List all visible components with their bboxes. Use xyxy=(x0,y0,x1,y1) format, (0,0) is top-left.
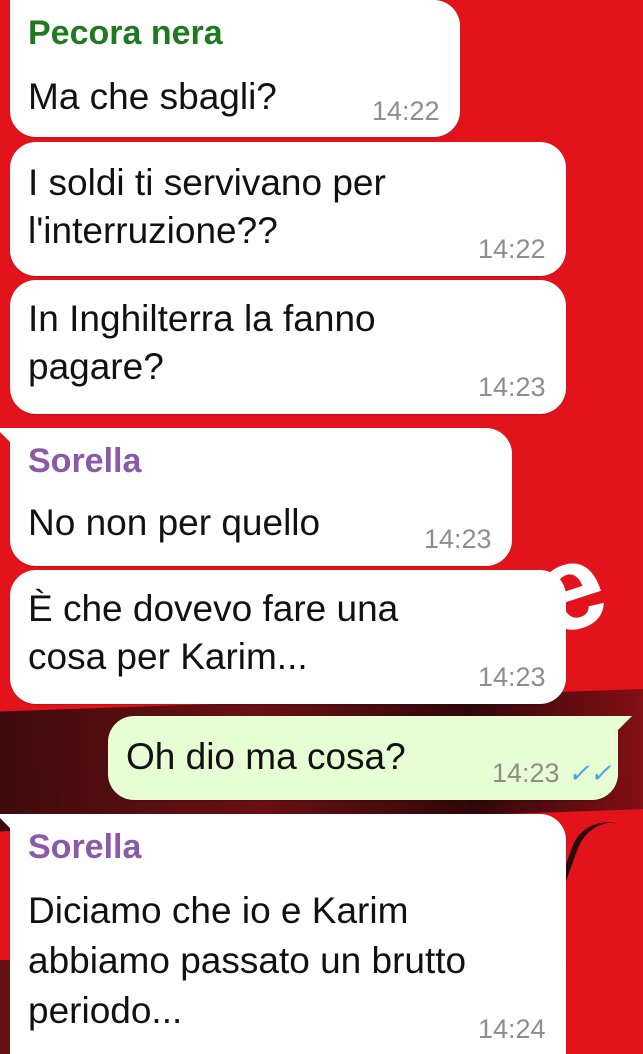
bubble-tail xyxy=(0,428,18,450)
message-timestamp: 14:23 xyxy=(424,524,492,554)
message-bubble[interactable]: Sorella Diciamo che io e Karim abbiamo p… xyxy=(0,814,566,1054)
message-timestamp: 14:22 xyxy=(478,234,546,264)
message-bubble-outgoing[interactable]: Oh dio ma cosa? 14:23 ✓✓ xyxy=(108,716,632,800)
message-text-line: In Inghilterra la fanno xyxy=(28,298,376,339)
message-bubble[interactable]: Pecora nera Ma che sbagli? 14:22 xyxy=(10,0,460,137)
message-bubble[interactable]: È che dovevo fare una cosa per Karim... … xyxy=(10,570,566,704)
message-timestamp: 14:23 xyxy=(478,372,546,402)
sender-name: Sorella xyxy=(28,442,142,480)
sender-name: Pecora nera xyxy=(28,14,223,52)
message-timestamp: 14:23 xyxy=(492,758,560,788)
message-bubble[interactable]: Sorella No non per quello 14:23 xyxy=(0,428,512,566)
message-text: Oh dio ma cosa? xyxy=(126,736,406,777)
message-timestamp: 14:23 xyxy=(478,662,546,692)
message-text-line: cosa per Karim... xyxy=(28,636,308,677)
message-text: Ma che sbagli? xyxy=(28,76,277,117)
message-text-line: pagare? xyxy=(28,346,164,387)
sender-name: Sorella xyxy=(28,828,142,866)
message-timestamp: 14:22 xyxy=(372,96,440,126)
message-text-line: abbiamo passato un brutto xyxy=(28,940,467,981)
message-bubble[interactable]: I soldi ti servivano per l'interruzione?… xyxy=(10,142,566,276)
bubble-tail xyxy=(610,716,632,738)
message-text-line: l'interruzione?? xyxy=(28,210,278,251)
message-text-line: periodo... xyxy=(28,990,183,1031)
bubble-tail xyxy=(0,814,18,836)
message-bubble[interactable]: In Inghilterra la fanno pagare? 14:23 xyxy=(10,280,566,414)
read-ticks-icon: ✓✓ xyxy=(568,758,612,788)
message-text-line: È che dovevo fare una xyxy=(28,588,399,629)
message-text: No non per quello xyxy=(28,502,321,543)
message-text-line: I soldi ti servivano per xyxy=(28,162,386,203)
message-timestamp: 14:24 xyxy=(478,1014,546,1044)
message-text-line: Diciamo che io e Karim xyxy=(28,890,409,931)
